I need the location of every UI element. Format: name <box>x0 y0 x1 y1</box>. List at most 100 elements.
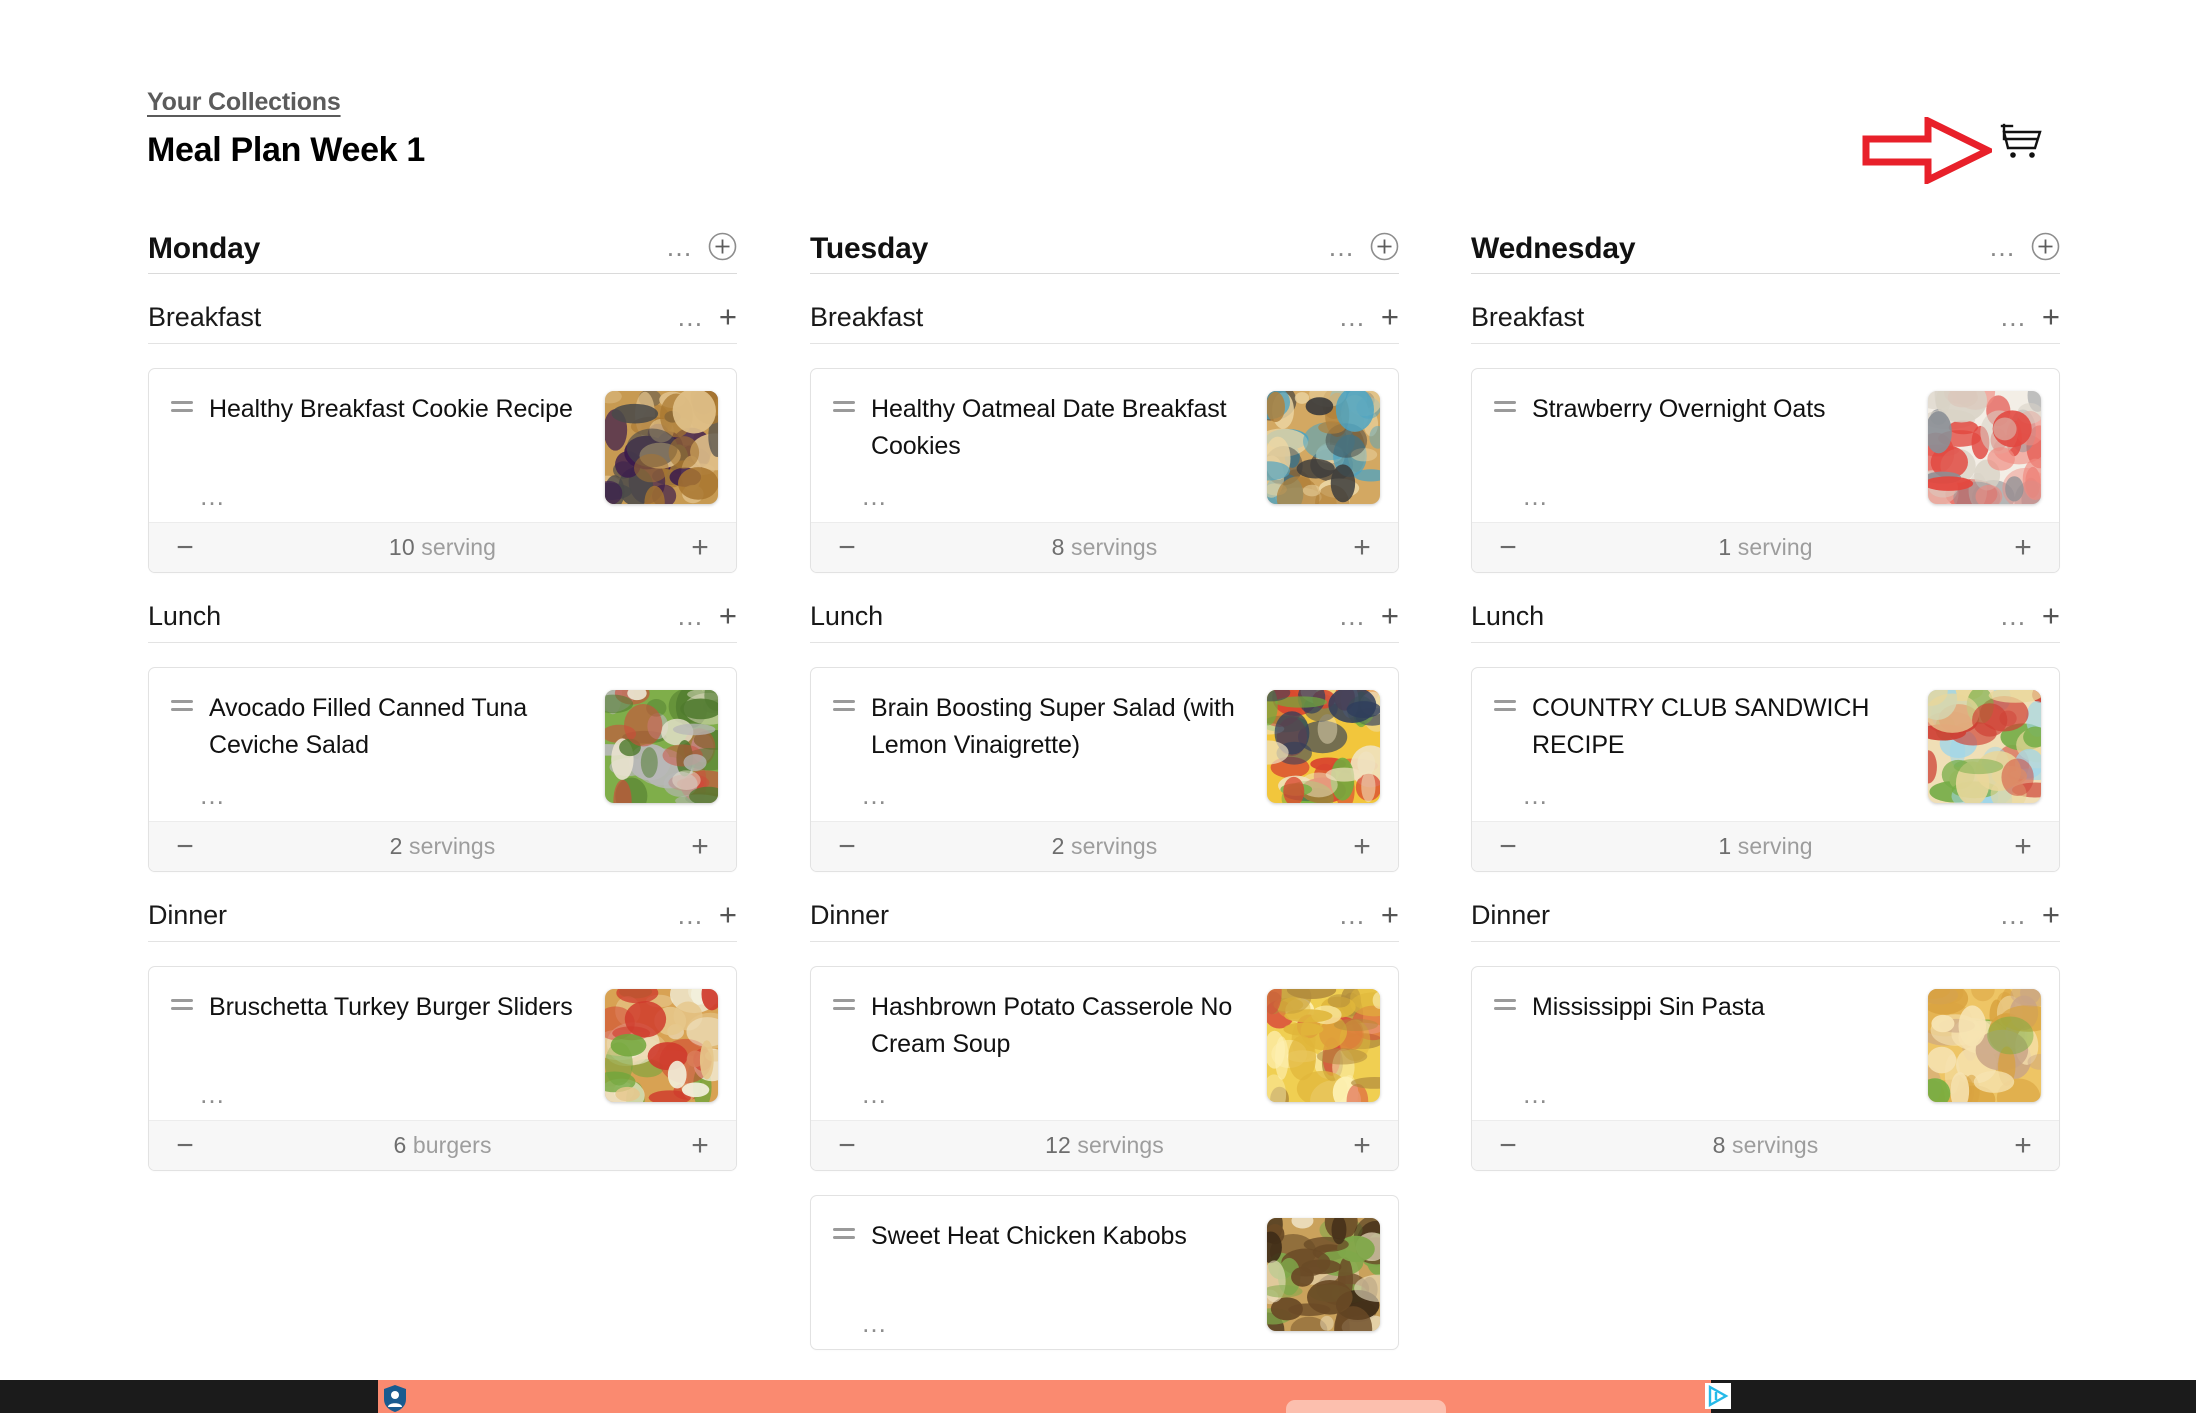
recipe-thumbnail <box>1928 391 2041 504</box>
drag-handle-icon[interactable] <box>833 700 861 811</box>
servings-count: 10 <box>388 534 415 560</box>
drag-handle-icon[interactable] <box>1494 999 1522 1110</box>
recipe-more-icon[interactable]: … <box>861 483 889 509</box>
adchoices-icon[interactable] <box>1705 1383 1731 1409</box>
increase-servings-button[interactable]: + <box>686 1130 714 1160</box>
servings-unit: burgers <box>412 1132 492 1158</box>
day-actions: … <box>1989 232 2061 264</box>
decrease-servings-button[interactable]: − <box>1494 831 1522 861</box>
increase-servings-button[interactable]: + <box>686 831 714 861</box>
servings-count: 8 <box>1712 1132 1726 1158</box>
recipe-card[interactable]: Strawberry Overnight Oats… −1 serving + <box>1471 368 2060 573</box>
recipe-card-main: Strawberry Overnight Oats <box>1522 391 1928 512</box>
meal-more-icon[interactable]: … <box>1999 304 2028 331</box>
meal-add-icon[interactable]: + <box>1381 301 1399 332</box>
meal-more-icon[interactable]: … <box>1338 902 1367 929</box>
meal-name: Breakfast <box>810 301 924 332</box>
day-more-icon[interactable]: … <box>1328 233 1357 260</box>
increase-servings-button[interactable]: + <box>1348 831 1376 861</box>
decrease-servings-button[interactable]: − <box>171 1130 199 1160</box>
meal-name: Breakfast <box>1471 301 1585 332</box>
recipe-card[interactable]: Healthy Oatmeal Date Breakfast Cookies … −… <box>810 368 1399 573</box>
recipe-more-icon[interactable]: … <box>1522 483 1550 509</box>
increase-servings-button[interactable]: + <box>2009 532 2037 562</box>
recipe-more-icon[interactable]: … <box>199 483 227 509</box>
meal-section-breakfast: Breakfast… + Healthy Oatmeal Date Breakfas… <box>810 300 1399 573</box>
meal-more-icon[interactable]: … <box>676 304 705 331</box>
day-add-icon[interactable] <box>2031 232 2060 261</box>
recipe-more-icon[interactable]: … <box>861 782 889 808</box>
meal-more-icon[interactable]: … <box>1338 603 1367 630</box>
meal-more-icon[interactable]: … <box>676 603 705 630</box>
drag-handle-icon[interactable] <box>171 401 199 512</box>
day-add-icon[interactable] <box>708 232 737 261</box>
meal-add-icon[interactable]: + <box>719 899 737 930</box>
recipe-card[interactable]: COUNTRY CLUB SANDWICH RECIPE… −1 serving + <box>1471 667 2060 872</box>
recipe-more-icon[interactable]: … <box>199 782 227 808</box>
day-header: Tuesday… <box>810 222 1399 274</box>
servings-stepper: −6 burgers + <box>149 1120 736 1170</box>
servings-unit: serving <box>1737 833 1813 859</box>
decrease-servings-button[interactable]: − <box>833 831 861 861</box>
recipe-more-icon[interactable]: … <box>1522 782 1550 808</box>
decrease-servings-button[interactable]: − <box>171 532 199 562</box>
servings-count: 1 <box>1718 534 1732 560</box>
decrease-servings-button[interactable]: − <box>171 831 199 861</box>
recipe-more-icon[interactable]: … <box>861 1310 889 1336</box>
recipe-card-body: Sweet Heat Chicken Kabobs… <box>811 1196 1398 1349</box>
meal-add-icon[interactable]: + <box>1381 600 1399 631</box>
increase-servings-button[interactable]: + <box>686 532 714 562</box>
servings-unit: servings <box>1077 1132 1164 1158</box>
increase-servings-button[interactable]: + <box>1348 1130 1376 1160</box>
recipe-more-icon[interactable]: … <box>199 1081 227 1107</box>
meal-add-icon[interactable]: + <box>1381 899 1399 930</box>
increase-servings-button[interactable]: + <box>1348 532 1376 562</box>
recipe-thumbnail <box>1267 690 1380 803</box>
meal-more-icon[interactable]: … <box>1338 304 1367 331</box>
day-more-icon[interactable]: … <box>1989 233 2018 260</box>
decrease-servings-button[interactable]: − <box>833 532 861 562</box>
servings-stepper: −2 servings + <box>811 821 1398 871</box>
drag-handle-icon[interactable] <box>1494 700 1522 811</box>
increase-servings-button[interactable]: + <box>2009 1130 2037 1160</box>
recipe-card[interactable]: Mississippi Sin Pasta… −8 servings + <box>1471 966 2060 1171</box>
meal-more-icon[interactable]: … <box>676 902 705 929</box>
meal-actions: … + <box>676 899 737 930</box>
drag-handle-icon[interactable] <box>833 1228 861 1339</box>
recipe-card[interactable]: Healthy Breakfast Cookie Recipe… −10 serv… <box>148 368 737 573</box>
meal-planner-page: Your Collections Meal Plan Week 1 Monday… <box>0 0 2196 1413</box>
meal-name: Dinner <box>148 899 227 930</box>
meal-add-icon[interactable]: + <box>2042 301 2060 332</box>
recipe-card[interactable]: Sweet Heat Chicken Kabobs… <box>810 1195 1399 1350</box>
recipe-card-body: Hashbrown Potato Casserole No Cream Soup… <box>811 967 1398 1120</box>
day-more-icon[interactable]: … <box>666 233 695 260</box>
meal-add-icon[interactable]: + <box>719 301 737 332</box>
servings-unit: servings <box>408 833 496 859</box>
recipe-more-icon[interactable]: … <box>1522 1081 1550 1107</box>
day-header: Monday… <box>148 222 737 274</box>
recipe-card[interactable]: Brain Boosting Super Salad (with Lemon V… <box>810 667 1399 872</box>
drag-handle-icon[interactable] <box>833 401 861 512</box>
servings-count: 2 <box>1051 833 1065 859</box>
recipe-card[interactable]: Avocado Filled Canned Tuna Ceviche Salad… <box>148 667 737 872</box>
drag-handle-icon[interactable] <box>1494 401 1522 512</box>
decrease-servings-button[interactable]: − <box>1494 1130 1522 1160</box>
meal-add-icon[interactable]: + <box>2042 600 2060 631</box>
drag-handle-icon[interactable] <box>171 999 199 1110</box>
meal-more-icon[interactable]: … <box>1999 603 2028 630</box>
recipe-card[interactable]: Bruschetta Turkey Burger Sliders… −6 burg… <box>148 966 737 1171</box>
privacy-shield-icon <box>382 1384 408 1413</box>
day-add-icon[interactable] <box>1370 232 1399 261</box>
recipe-thumbnail <box>605 391 718 504</box>
increase-servings-button[interactable]: + <box>2009 831 2037 861</box>
recipe-more-icon[interactable]: … <box>861 1081 889 1107</box>
recipe-card[interactable]: Hashbrown Potato Casserole No Cream Soup… <box>810 966 1399 1171</box>
decrease-servings-button[interactable]: − <box>1494 532 1522 562</box>
drag-handle-icon[interactable] <box>833 999 861 1110</box>
ad-creative[interactable] <box>378 1380 1711 1413</box>
drag-handle-icon[interactable] <box>171 700 199 811</box>
meal-add-icon[interactable]: + <box>2042 899 2060 930</box>
meal-more-icon[interactable]: … <box>1999 902 2028 929</box>
decrease-servings-button[interactable]: − <box>833 1130 861 1160</box>
meal-add-icon[interactable]: + <box>719 600 737 631</box>
